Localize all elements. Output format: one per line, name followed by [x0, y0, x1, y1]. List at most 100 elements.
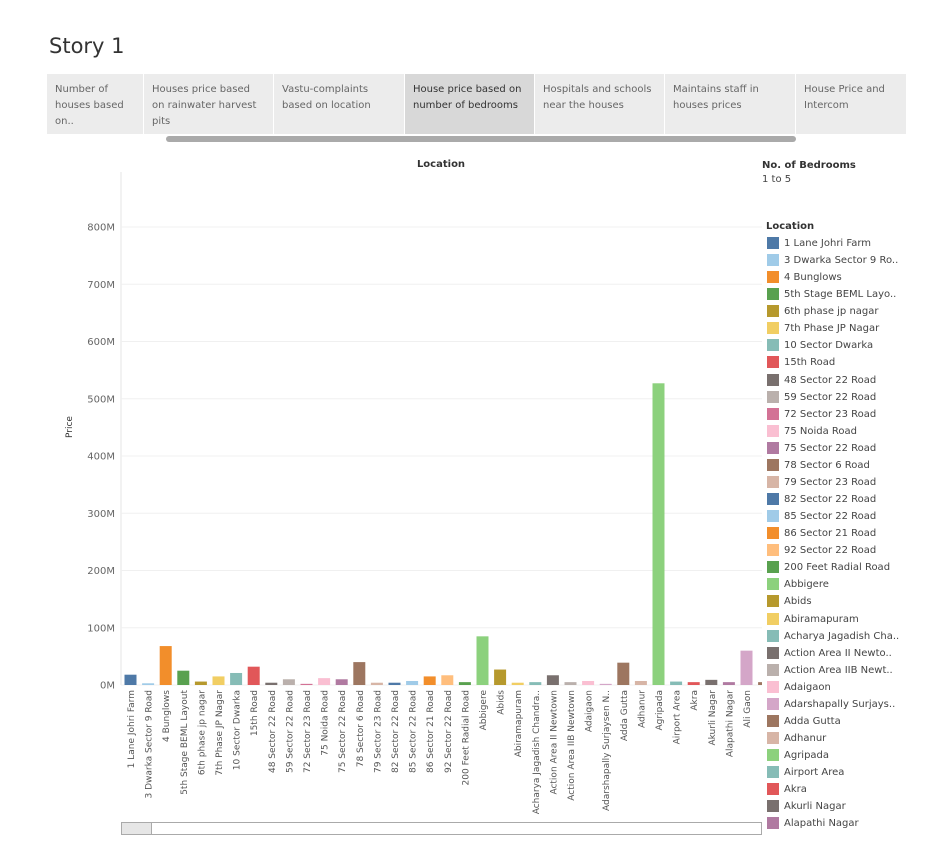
bar[interactable]	[564, 682, 577, 685]
bar[interactable]	[406, 680, 419, 685]
y-axis-label: Price	[65, 416, 75, 438]
legend-item[interactable]: Akurli Nagar	[767, 800, 937, 817]
legend-item[interactable]: 59 Sector 22 Road	[767, 390, 937, 408]
bar[interactable]	[511, 682, 524, 685]
bar[interactable]	[617, 662, 630, 685]
x-tick-label: Akra	[690, 690, 700, 711]
bar[interactable]	[300, 683, 313, 685]
bar[interactable]	[282, 679, 295, 685]
bar[interactable]	[705, 679, 718, 685]
bar[interactable]	[230, 672, 243, 685]
legend-item[interactable]: 75 Sector 22 Road	[767, 441, 937, 459]
legend-item[interactable]: 200 Feet Radial Road	[767, 561, 937, 578]
scrollbar-thumb[interactable]	[122, 823, 152, 834]
legend-item[interactable]: 5th Stage BEML Layo..	[767, 288, 937, 305]
bar[interactable]	[142, 683, 155, 685]
legend-item[interactable]: Adhanur	[767, 732, 937, 749]
bar[interactable]	[194, 681, 207, 685]
legend-item[interactable]: Action Area II Newto..	[767, 646, 937, 664]
legend-item[interactable]: Abiramapuram	[767, 612, 937, 630]
x-tick-label: Ali Gaon	[743, 690, 753, 728]
x-tick-label: Abbigere	[479, 690, 489, 731]
legend-item[interactable]: 3 Dwarka Sector 9 Ro..	[767, 254, 937, 271]
location-legend-title: Location	[766, 221, 815, 232]
bar[interactable]	[177, 670, 190, 685]
legend-item[interactable]: 4 Bunglows	[767, 271, 937, 288]
legend-item[interactable]: 7th Phase JP Nagar	[767, 322, 937, 339]
legend-item[interactable]: 85 Sector 22 Road	[767, 510, 937, 527]
bar[interactable]	[335, 679, 348, 685]
legend-label: Abids	[784, 596, 812, 608]
legend-label: Airport Area	[784, 767, 845, 779]
bar[interactable]	[318, 678, 331, 685]
bar[interactable]	[670, 681, 683, 685]
legend-swatch	[767, 800, 779, 813]
bar[interactable]	[476, 636, 489, 685]
bar[interactable]	[159, 646, 172, 685]
y-tick-label: 300M	[87, 509, 115, 520]
legend-item[interactable]: 86 Sector 21 Road	[767, 527, 937, 544]
bar[interactable]	[458, 682, 471, 685]
bar[interactable]	[441, 675, 454, 685]
legend-item[interactable]: 48 Sector 22 Road	[767, 373, 937, 391]
chart-horizontal-scrollbar[interactable]	[121, 822, 762, 835]
bar[interactable]	[546, 675, 559, 685]
legend-item[interactable]: Action Area IIB Newt..	[767, 663, 937, 681]
x-tick-label: 75 Noida Road	[321, 690, 331, 756]
legend-item[interactable]: 75 Noida Road	[767, 424, 937, 442]
legend-item[interactable]: 82 Sector 22 Road	[767, 493, 937, 510]
bar[interactable]	[722, 682, 735, 685]
legend-item[interactable]: 78 Sector 6 Road	[767, 458, 937, 476]
legend-item[interactable]: 15th Road	[767, 356, 937, 373]
legend-label: Adarshapally Surjays..	[784, 698, 896, 710]
legend-label: 72 Sector 23 Road	[784, 408, 877, 420]
bar[interactable]	[687, 682, 700, 685]
legend-item[interactable]: Airport Area	[767, 766, 937, 783]
legend-swatch	[767, 424, 779, 437]
legend-item[interactable]: 92 Sector 22 Road	[767, 544, 937, 561]
legend-item[interactable]: 79 Sector 23 Road	[767, 475, 937, 493]
legend-item[interactable]: Acharya Jagadish Cha..	[767, 629, 937, 647]
bar[interactable]	[212, 676, 225, 685]
x-tick-label: 82 Sector 22 Road	[391, 690, 401, 773]
legend-item[interactable]: Agripada	[767, 749, 937, 766]
legend-item[interactable]: Akra	[767, 783, 937, 800]
bar[interactable]	[652, 383, 665, 685]
bedrooms-filter-value[interactable]: 1 to 5	[762, 174, 937, 185]
legend-item[interactable]: Adaigaon	[767, 680, 937, 698]
legend-swatch	[767, 288, 779, 301]
y-tick-label: 500M	[87, 394, 115, 405]
bar[interactable]	[599, 683, 612, 685]
legend-label: Acharya Jagadish Cha..	[784, 630, 900, 642]
bar[interactable]	[758, 682, 762, 685]
bar[interactable]	[634, 680, 647, 685]
legend-item[interactable]: Adda Gutta	[767, 714, 937, 732]
legend-item[interactable]: 72 Sector 23 Road	[767, 407, 937, 425]
legend-label: 7th Phase JP Nagar	[784, 323, 880, 335]
legend-item[interactable]: Alapathi Nagar	[767, 817, 937, 834]
legend-item[interactable]: 1 Lane Johri Farm	[767, 237, 937, 254]
bar[interactable]	[388, 682, 401, 685]
bar[interactable]	[494, 669, 507, 685]
bar[interactable]	[353, 662, 366, 685]
x-tick-label: 59 Sector 22 Road	[285, 690, 295, 773]
legend-swatch	[767, 680, 779, 693]
bar[interactable]	[124, 674, 137, 685]
bar[interactable]	[370, 682, 383, 685]
bar[interactable]	[423, 676, 436, 685]
legend-swatch	[767, 510, 779, 523]
bar[interactable]	[529, 682, 542, 685]
legend-item[interactable]: 6th phase jp nagar	[767, 305, 937, 322]
bar[interactable]	[265, 682, 278, 685]
bar[interactable]	[740, 650, 753, 685]
bar[interactable]	[582, 680, 595, 685]
bar[interactable]	[247, 666, 260, 685]
legend-label: 5th Stage BEML Layo..	[784, 289, 897, 301]
legend-item[interactable]: Abids	[767, 595, 937, 612]
legend-label: 75 Noida Road	[784, 425, 858, 437]
legend-item[interactable]: Abbigere	[767, 578, 937, 595]
legend-item[interactable]: Adarshapally Surjays..	[767, 697, 937, 715]
legend-swatch	[767, 339, 779, 352]
legend-item[interactable]: 10 Sector Dwarka	[767, 339, 937, 356]
legend-swatch	[767, 578, 779, 591]
